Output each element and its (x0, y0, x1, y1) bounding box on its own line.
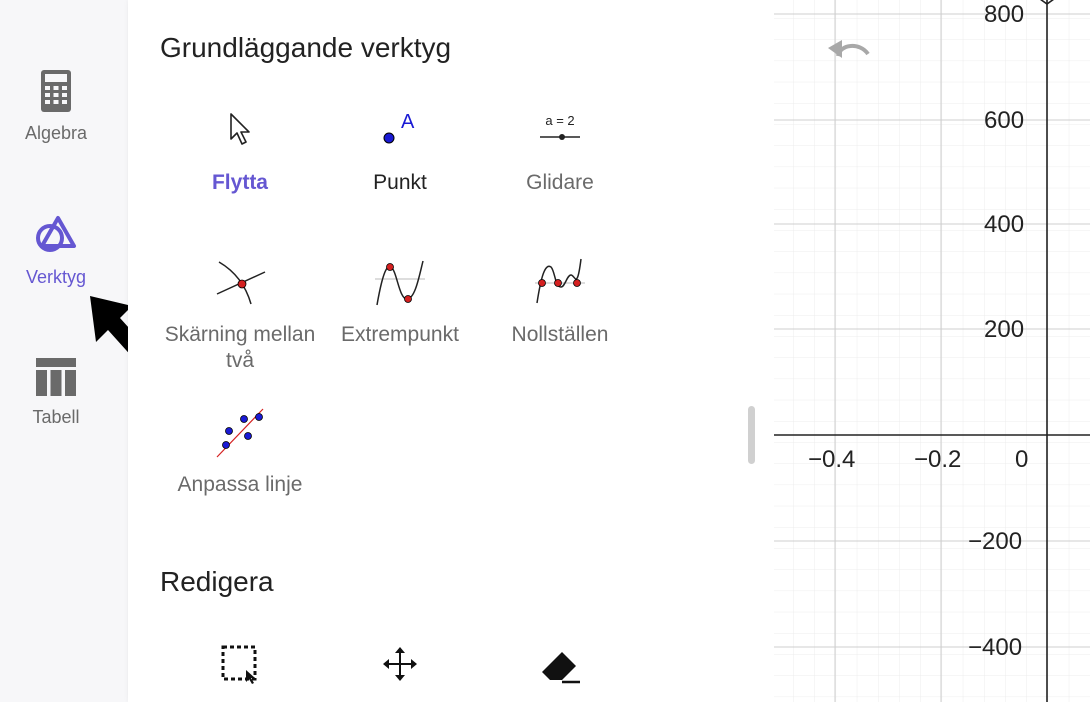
tools-panel: Grundläggande verktyg Flytta A Punkt a =… (128, 0, 774, 702)
slider-icon: a = 2 (480, 100, 640, 160)
y-tick-label: −400 (968, 634, 1023, 661)
move-cursor-icon (160, 100, 320, 160)
select-objects-icon (160, 634, 320, 694)
tool-label: Punkt (373, 171, 427, 194)
undo-icon[interactable] (826, 36, 870, 65)
sidebar-item-algebra[interactable]: Algebra (0, 70, 112, 144)
x-tick-label: 0 (1015, 446, 1029, 473)
tool-label: Flytta (211, 171, 268, 194)
y-tick-label: 600 (984, 107, 1025, 134)
coordinate-grid (774, 0, 1090, 702)
sidebar-item-verktyg[interactable]: Verktyg (0, 212, 112, 288)
tool-label: Skärning mellan två (164, 323, 316, 372)
calculator-icon (41, 70, 71, 117)
tool-point[interactable]: A Punkt (320, 100, 480, 196)
sidebar-item-label: Verktyg (25, 267, 87, 287)
tool-extremum[interactable]: Extrempunkt (320, 252, 480, 348)
x-tick-label: −0.4 (808, 446, 856, 473)
sidebar-item-label: Algebra (24, 123, 88, 143)
tool-label: Nollställen (511, 323, 609, 346)
tool-label: Anpassa linje (177, 473, 303, 496)
point-icon: A (320, 100, 480, 160)
extremum-icon (320, 252, 480, 312)
svg-text:A: A (401, 111, 415, 133)
section-title-edit: Redigera (160, 566, 274, 597)
tool-roots[interactable]: Nollställen (480, 252, 640, 348)
tool-label: Glidare (526, 171, 594, 194)
tool-label: Extrempunkt (341, 323, 459, 346)
tools-icon (34, 212, 78, 261)
tool-select-objects[interactable] (160, 634, 320, 694)
intersect-icon (160, 252, 320, 312)
roots-icon (480, 252, 640, 312)
tool-fit-line[interactable]: Anpassa linje (160, 402, 320, 498)
y-tick-label: 800 (984, 1, 1025, 28)
eraser-icon (480, 634, 640, 694)
tool-move-graphics[interactable] (320, 634, 480, 694)
table-icon (36, 358, 76, 401)
y-tick-label: 400 (984, 211, 1025, 238)
move-graphics-icon (320, 634, 480, 694)
tool-move[interactable]: Flytta (160, 100, 320, 196)
fit-line-icon (160, 402, 320, 462)
x-tick-label: −0.2 (914, 446, 962, 473)
tool-slider[interactable]: a = 2 Glidare (480, 100, 640, 196)
tool-eraser[interactable] (480, 634, 640, 694)
app-sidebar: Algebra Verktyg Tabell (0, 0, 156, 702)
graphics-view[interactable]: 800 600 400 200 −200 −400 −0.4 −0.2 0 (774, 0, 1090, 702)
panel-scrollbar[interactable] (748, 406, 755, 464)
section-title-basic: Grundläggande verktyg (160, 32, 452, 63)
svg-text:a = 2: a = 2 (545, 113, 574, 128)
y-tick-label: 200 (984, 316, 1025, 343)
tool-intersect[interactable]: Skärning mellan två (160, 252, 320, 374)
y-tick-label: −200 (968, 528, 1023, 555)
sidebar-item-label: Tabell (32, 407, 80, 427)
